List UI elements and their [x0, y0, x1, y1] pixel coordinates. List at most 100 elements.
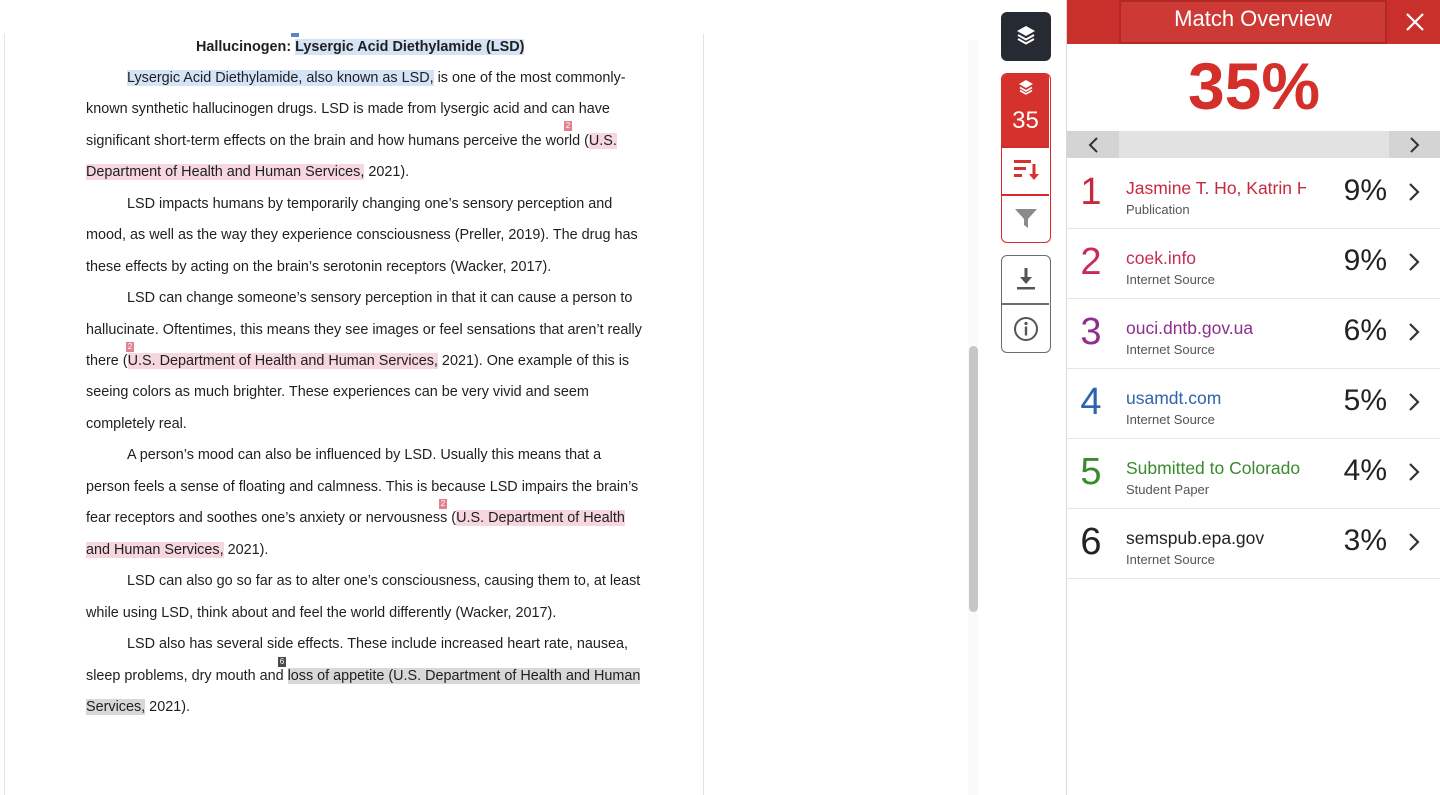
paragraph-line: fear receptors and soothes one’s anxiety…	[86, 508, 625, 528]
source-type: Student Paper	[1126, 482, 1210, 497]
source-type: Internet Source	[1126, 552, 1215, 567]
paragraph-line: and Human Services, 2021).	[86, 540, 268, 560]
chevron-right-icon	[1409, 323, 1420, 341]
line-text: there (	[86, 353, 128, 369]
source-percent: 9%	[1343, 174, 1387, 207]
match-navigation-bar	[1067, 131, 1440, 158]
paragraph-line: Lysergic Acid Diethylamide, also known a…	[127, 68, 626, 88]
chevron-right-icon	[1409, 393, 1420, 411]
filter-icon	[1015, 209, 1037, 228]
source-percent: 4%	[1343, 454, 1387, 487]
paragraph-line: LSD impacts humans by temporarily changi…	[127, 196, 613, 212]
download-button[interactable]	[1002, 256, 1049, 303]
line-text: 2021).	[145, 699, 190, 715]
chevron-right-icon	[1409, 183, 1420, 201]
line-text: is one of the most commonly-	[433, 70, 626, 86]
document-title: Hallucinogen: Lysergic Acid Diethylamide…	[196, 37, 525, 57]
paragraph-line: sleep problems, dry mouth and loss of ap…	[86, 666, 641, 686]
match-overview-button[interactable]: 35	[1002, 74, 1049, 146]
match-count: 35	[1012, 107, 1039, 134]
paragraph-line: there (U.S. Department of Health and Hum…	[86, 351, 629, 371]
paragraph-line: these effects by acting on the brain’s s…	[86, 259, 552, 275]
source-percent: 9%	[1343, 244, 1387, 277]
download-icon	[1017, 268, 1035, 290]
paragraph-line: person feels a sense of floating and cal…	[86, 479, 639, 495]
source-name: Jasmine T. Ho, Katrin H...	[1126, 178, 1306, 198]
source-number: 2	[1080, 241, 1102, 283]
match-highlight[interactable]: and Human Services,	[86, 542, 224, 558]
source-type: Publication	[1126, 202, 1190, 217]
source-row-4[interactable]: 4 usamdt.com Internet Source 5%	[1067, 369, 1440, 439]
title-prefix: Hallucinogen:	[196, 39, 296, 55]
paragraph-line: hallucinate. Oftentimes, this means they…	[86, 322, 642, 338]
match-highlight[interactable]: Department of Health and Human Services,	[86, 164, 365, 180]
paragraph-line: Department of Health and Human Services,…	[86, 162, 409, 182]
close-button[interactable]	[1397, 4, 1433, 40]
sort-icon	[1014, 160, 1039, 180]
previous-match-button[interactable]	[1067, 131, 1119, 158]
source-number: 4	[1080, 381, 1102, 423]
chevron-right-icon	[1409, 253, 1420, 271]
layers-icon	[1019, 80, 1033, 95]
sort-button[interactable]	[1002, 148, 1049, 194]
source-type: Internet Source	[1126, 272, 1215, 287]
match-overview-panel: Match Overview 35% 1 Jasmine T. Ho, Katr…	[1066, 0, 1440, 795]
line-text: sleep problems, dry mouth and	[86, 668, 288, 684]
layers-icon	[1017, 26, 1035, 45]
panel-header: Match Overview	[1067, 0, 1440, 44]
source-percent: 3%	[1343, 524, 1387, 557]
source-row-5[interactable]: 5 Submitted to Colorado ... Student Pape…	[1067, 439, 1440, 509]
source-name: usamdt.com	[1126, 388, 1222, 408]
source-type: Internet Source	[1126, 412, 1215, 427]
line-text: 2021). One example of this is	[437, 353, 630, 369]
panel-title: Match Overview	[1174, 6, 1332, 31]
panel-title-box: Match Overview	[1119, 0, 1387, 44]
source-row-6[interactable]: 6 semspub.epa.gov Internet Source 3%	[1067, 509, 1440, 579]
paragraph-line: Services, 2021).	[86, 697, 190, 717]
match-highlight[interactable]: U.S.	[588, 133, 617, 149]
chevron-left-icon	[1088, 137, 1098, 153]
source-number: 6	[1080, 521, 1102, 563]
paragraph-line: seeing colors as much brighter. These ex…	[86, 384, 589, 400]
source-percent: 5%	[1343, 384, 1387, 417]
source-percent: 6%	[1343, 314, 1387, 347]
source-name: semspub.epa.gov	[1126, 528, 1265, 548]
match-highlight[interactable]: U.S. Department of Health	[456, 510, 625, 526]
chevron-right-icon	[1409, 463, 1420, 481]
line-text: 2021).	[364, 164, 410, 180]
match-tools-group: 35	[1001, 73, 1051, 243]
source-type: Internet Source	[1126, 342, 1215, 357]
overall-similarity-percent: 35%	[1187, 49, 1321, 123]
document-scrollbar-thumb[interactable]	[969, 346, 978, 612]
match-highlight[interactable]: Services,	[86, 699, 146, 715]
match-highlight[interactable]: Lysergic Acid Diethylamide, also known a…	[127, 70, 434, 86]
paragraph-line: known synthetic hallucinogen drugs. LSD …	[86, 101, 610, 117]
chevron-right-icon	[1409, 533, 1420, 551]
match-marker[interactable]: 2	[564, 121, 572, 131]
document-viewer: Hallucinogen: Lysergic Acid Diethylamide…	[0, 0, 985, 795]
paragraph-line: LSD also has several side effects. These…	[127, 636, 629, 652]
source-row-3[interactable]: 3 ouci.dntb.gov.ua Internet Source 6%	[1067, 299, 1440, 369]
source-row-2[interactable]: 2 coek.info Internet Source 9%	[1067, 229, 1440, 299]
title-highlight[interactable]: Lysergic Acid Diethylamide (LSD)	[295, 39, 525, 55]
next-match-button[interactable]	[1389, 131, 1440, 158]
title-match-marker	[291, 33, 299, 37]
paragraph-line: mood, as well as the way they experience…	[86, 227, 638, 243]
filter-button[interactable]	[1002, 196, 1049, 242]
paragraph-line: LSD can also go so far as to alter one’s…	[127, 573, 641, 589]
info-icon	[1014, 317, 1038, 341]
source-name: coek.info	[1126, 248, 1197, 268]
match-highlight[interactable]: U.S. Department of Health and Human Serv…	[127, 353, 438, 369]
paragraph-line: significant short-term effects on the br…	[86, 131, 617, 151]
match-highlight[interactable]: loss of appetite (U.S. Department of Hea…	[287, 668, 641, 684]
document-tools-group	[1001, 255, 1051, 353]
paragraph-line: while using LSD, think about and feel th…	[86, 605, 557, 621]
chevron-right-icon	[1410, 137, 1420, 153]
paragraph-line: completely real.	[86, 416, 187, 432]
line-text: 2021).	[223, 542, 269, 558]
source-number: 3	[1080, 311, 1102, 353]
source-row-1[interactable]: 1 Jasmine T. Ho, Katrin H... Publication…	[1067, 159, 1440, 229]
info-button[interactable]	[1002, 305, 1049, 352]
source-name: ouci.dntb.gov.ua	[1126, 318, 1254, 338]
layers-button[interactable]	[1001, 12, 1051, 61]
